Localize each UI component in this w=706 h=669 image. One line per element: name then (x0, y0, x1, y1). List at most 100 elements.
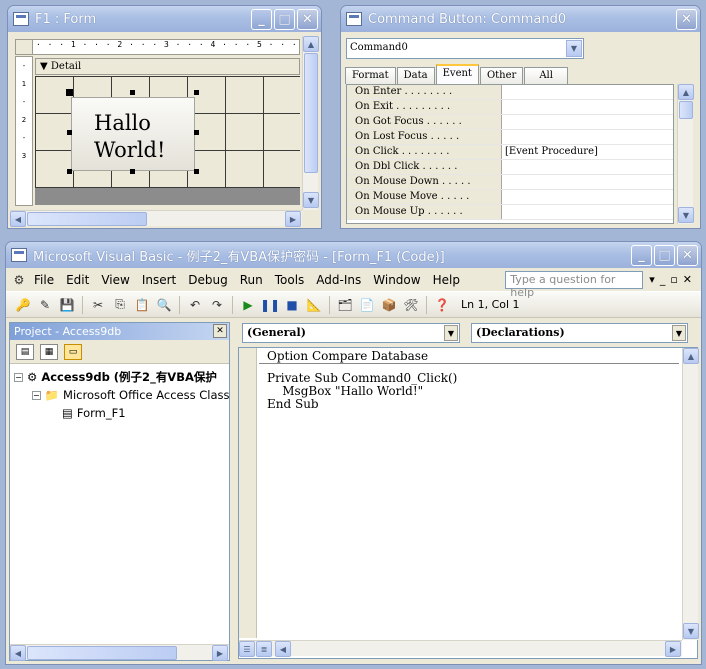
tab-data[interactable]: Data (396, 67, 435, 84)
tab-all[interactable]: All (524, 67, 568, 84)
property-value[interactable] (502, 190, 673, 204)
menu-debug[interactable]: Debug (182, 273, 233, 287)
redo-icon[interactable]: ↷ (208, 296, 226, 314)
move-handle[interactable] (66, 89, 73, 96)
view-access-icon[interactable]: 🔑 (14, 296, 32, 314)
menu-tools[interactable]: Tools (269, 273, 311, 287)
property-sheet-window[interactable]: Command Button: Command0 ✕ Command0 ▼ Fo… (340, 5, 701, 229)
property-value[interactable] (502, 205, 673, 219)
menu-help[interactable]: Help (427, 273, 466, 287)
property-value[interactable] (502, 130, 673, 144)
scroll-up-icon[interactable]: ▲ (678, 84, 694, 100)
cut-icon[interactable]: ✂ (89, 296, 107, 314)
scroll-thumb[interactable] (27, 646, 177, 660)
maximize-icon[interactable]: □ (654, 244, 675, 266)
code-line[interactable]: End Sub (267, 398, 679, 411)
resize-handle-br[interactable] (194, 169, 199, 174)
scroll-down-icon[interactable]: ▼ (678, 207, 694, 223)
minimize-icon[interactable]: _ (251, 8, 272, 30)
run-icon[interactable]: ▶ (239, 296, 257, 314)
code-line[interactable]: Option Compare Database (267, 350, 679, 363)
property-row[interactable]: On Mouse Up . . . . . . (347, 205, 673, 220)
vb-editor-window[interactable]: Microsoft Visual Basic - 例子2_有VBA保护密码 - … (5, 241, 702, 665)
margin-indicator-bar[interactable] (239, 348, 257, 638)
close-icon[interactable]: ✕ (297, 8, 318, 30)
code-line[interactable]: MsgBox "Hallo World!" (267, 385, 679, 398)
undo-icon[interactable]: ↶ (186, 296, 204, 314)
procedure-combo[interactable]: (Declarations) ▼ (471, 323, 688, 343)
project-explorer-icon[interactable]: 🗂 (336, 296, 354, 314)
project-hscroll[interactable]: ◀ ▶ (10, 644, 229, 661)
code-vscroll[interactable]: ▲ ▼ (682, 348, 699, 640)
find-icon[interactable]: 🔍 (155, 296, 173, 314)
property-row[interactable]: On Enter . . . . . . . . (347, 85, 673, 100)
design-mode-icon[interactable]: 📐 (305, 296, 323, 314)
form-design-window[interactable]: F1 : Form _ □ ✕ · · · 1 · · · 2 · · · 3 … (7, 5, 322, 229)
tab-other[interactable]: Other (479, 67, 524, 84)
copy-icon[interactable]: ⎘ (111, 296, 129, 314)
property-value[interactable] (502, 85, 673, 99)
form-vscroll[interactable]: ▲ ▼ (302, 36, 319, 210)
property-row[interactable]: On Exit . . . . . . . . . (347, 100, 673, 115)
resize-handle-bm[interactable] (130, 169, 135, 174)
vb-menu-icon[interactable]: ⚙ (10, 271, 28, 289)
save-icon[interactable]: 💾 (58, 296, 76, 314)
minimize-icon[interactable]: _ (631, 244, 652, 266)
properties-window-icon[interactable]: 📄 (358, 296, 376, 314)
resize-handle-tr[interactable] (194, 90, 199, 95)
code-text[interactable]: Option Compare Database Private Sub Comm… (259, 350, 679, 411)
command-button-hallo[interactable]: Hallo World! (71, 97, 195, 171)
maximize-icon[interactable]: □ (274, 8, 295, 30)
property-value[interactable] (502, 160, 673, 174)
object-combo[interactable]: (General) ▼ (242, 323, 460, 343)
scroll-right-icon[interactable]: ▶ (665, 641, 681, 657)
menu-add-ins[interactable]: Add-Ins (310, 273, 367, 287)
close-icon[interactable]: ✕ (676, 8, 697, 30)
chevron-down-icon[interactable]: ▼ (672, 325, 686, 341)
menu-insert[interactable]: Insert (136, 273, 182, 287)
scroll-left-icon[interactable]: ◀ (275, 641, 291, 657)
toggle-folders-icon[interactable]: ▭ (64, 343, 82, 360)
mdi-window-controls[interactable]: ▾_▫✕ (649, 273, 701, 286)
form-hscroll[interactable]: ◀ ▶ (10, 210, 302, 227)
scroll-up-icon[interactable]: ▲ (683, 348, 699, 364)
object-selector[interactable]: Command0 ▼ (346, 38, 584, 59)
property-value[interactable] (502, 115, 673, 129)
tree-node-root[interactable]: − ⚙ Access9db (例子2_有VBA保护 (14, 368, 229, 386)
code-hscroll[interactable]: ☰ ≣ ◀ ▶ (239, 640, 682, 657)
toolbox-icon[interactable]: 🛠 (402, 296, 420, 314)
help-icon[interactable]: ❓ (433, 296, 451, 314)
tab-event[interactable]: Event (435, 64, 479, 84)
property-value[interactable]: [Event Procedure] (502, 145, 673, 159)
detail-section-bar[interactable]: ▼ Detail (35, 58, 300, 75)
vb-titlebar[interactable]: Microsoft Visual Basic - 例子2_有VBA保护密码 - … (6, 242, 701, 268)
scroll-down-icon[interactable]: ▼ (683, 623, 699, 639)
help-search-input[interactable]: Type a question for help (505, 270, 644, 299)
tree-node-folder[interactable]: − 📁 Microsoft Office Access Class (14, 386, 229, 404)
scroll-down-icon[interactable]: ▼ (303, 192, 319, 208)
chevron-down-icon[interactable]: ▼ (566, 40, 582, 57)
collapse-icon[interactable]: − (32, 390, 41, 400)
collapse-icon[interactable]: − (14, 372, 23, 382)
scroll-up-icon[interactable]: ▲ (303, 36, 319, 52)
menu-file[interactable]: File (28, 273, 60, 287)
property-row[interactable]: On Got Focus . . . . . . (347, 115, 673, 130)
property-row[interactable]: On Mouse Move . . . . . (347, 190, 673, 205)
close-icon[interactable]: ✕ (677, 244, 698, 266)
property-row[interactable]: On Lost Focus . . . . . (347, 130, 673, 145)
property-row[interactable]: On Click . . . . . . . . [Event Procedure… (347, 145, 673, 160)
resize-handle-tm[interactable] (130, 90, 135, 95)
property-value[interactable] (502, 100, 673, 114)
break-icon[interactable]: ❚❚ (260, 296, 280, 314)
resize-handle-bl[interactable] (67, 169, 72, 174)
tree-node-module[interactable]: ▤ Form_F1 (14, 404, 229, 422)
form-selector[interactable] (15, 39, 33, 55)
insert-module-icon[interactable]: ✎ (36, 296, 54, 314)
menu-window[interactable]: Window (367, 273, 426, 287)
scroll-thumb[interactable] (679, 101, 693, 119)
code-editor[interactable]: Option Compare Database Private Sub Comm… (238, 347, 699, 659)
property-value[interactable] (502, 175, 673, 189)
view-code-icon[interactable]: ▤ (16, 343, 34, 360)
scroll-left-icon[interactable]: ◀ (10, 645, 26, 661)
scroll-left-icon[interactable]: ◀ (10, 211, 26, 227)
